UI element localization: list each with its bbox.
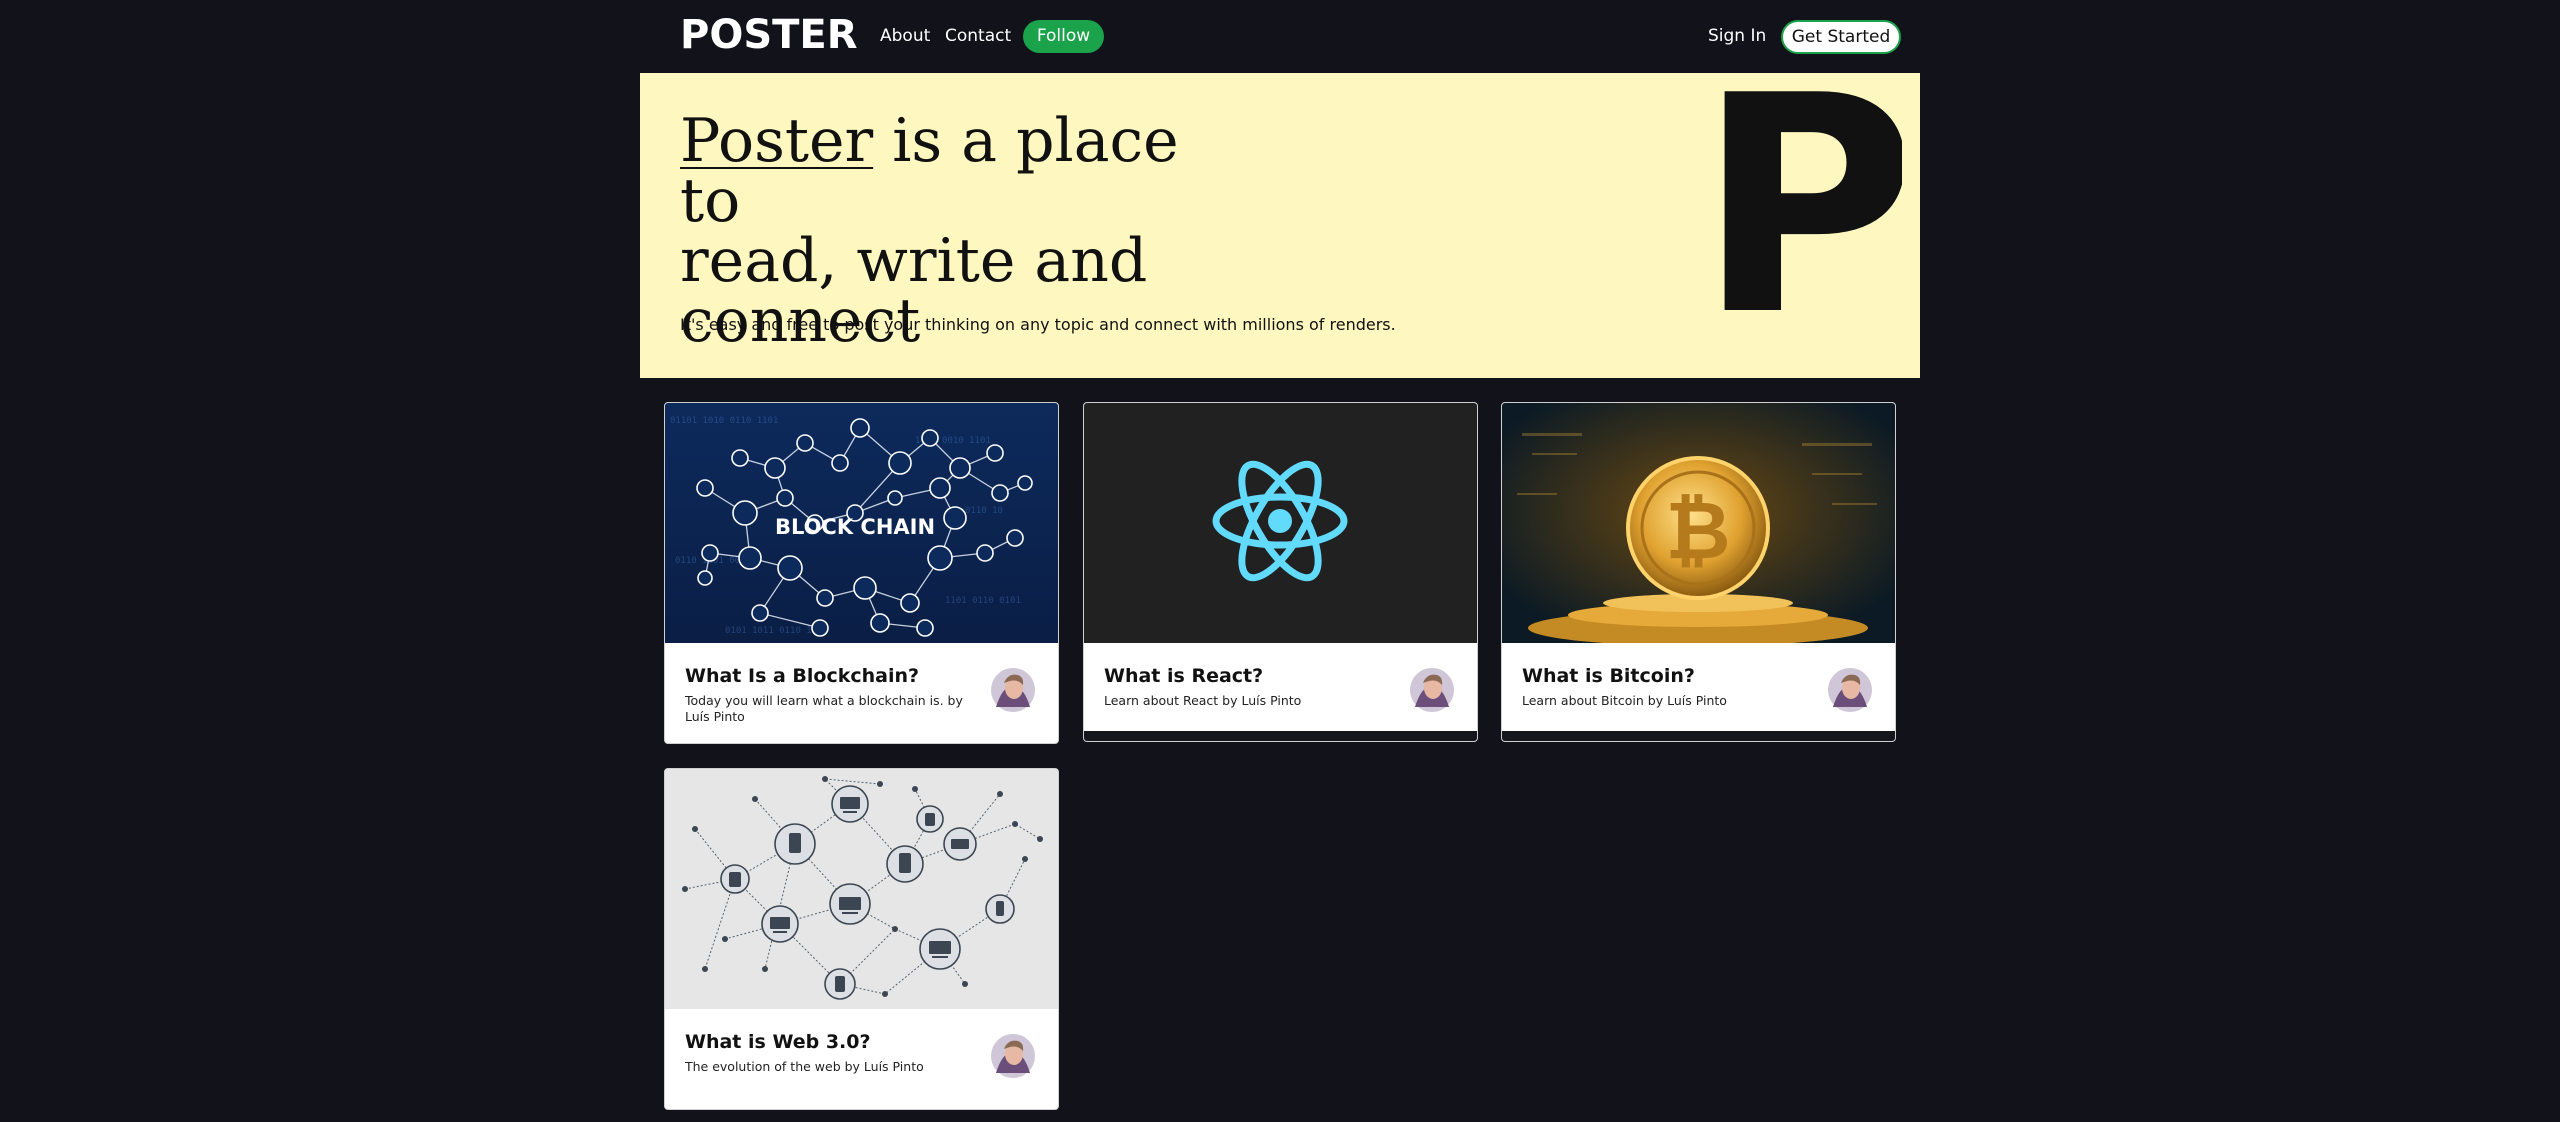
get-started-button[interactable]: Get Started [1781,20,1901,54]
svg-text:1101 0110 0101: 1101 0110 0101 [945,596,1021,606]
post-card-body: What is React? Learn about React by Luís… [1084,643,1477,731]
post-title[interactable]: What is Web 3.0? [685,1031,968,1053]
sign-in-link[interactable]: Sign In [1708,26,1766,46]
post-card-web3[interactable]: What is Web 3.0? The evolution of the we… [664,768,1059,1110]
bitcoin-symbol: ₿ [1665,484,1730,577]
hero-banner: Poster is a place to read, write and conne… [640,73,1920,378]
author-avatar[interactable] [990,1033,1036,1079]
web3-network-image [665,769,1058,1009]
post-card-body: What Is a Blockchain? Today you will lea… [665,643,1058,743]
card-footer-bar [1084,731,1477,741]
blockchain-image: 01101 1010 0110 1101 1011 0010 1101 0110… [665,403,1058,643]
svg-text:0110 10: 0110 10 [965,506,1003,516]
post-card-body: What is Bitcoin? Learn about Bitcoin by … [1502,643,1895,731]
post-title[interactable]: What is Bitcoin? [1522,665,1805,687]
hero-big-letter-logo: P [1712,82,1902,322]
post-title[interactable]: What is React? [1104,665,1387,687]
card-footer-bar [1502,731,1895,741]
hero-big-letter: P [1712,82,1902,322]
page-shell: POSTER About Contact Follow Sign In Get … [640,0,1920,1122]
nav-link-contact[interactable]: Contact [945,26,1011,46]
post-card-blockchain[interactable]: 01101 1010 0110 1101 1011 0010 1101 0110… [664,402,1059,744]
svg-text:01101 1010 0110 1101: 01101 1010 0110 1101 [670,416,778,426]
nav-link-about[interactable]: About [880,26,930,46]
site-logo[interactable]: POSTER [680,12,858,58]
react-logo-image [1084,403,1477,643]
post-card-body: What is Web 3.0? The evolution of the we… [665,1009,1058,1109]
author-avatar[interactable] [1409,667,1455,713]
top-navbar: POSTER About Contact Follow Sign In Get … [640,0,1920,73]
author-avatar[interactable] [990,667,1036,713]
post-description: Learn about React by Luís Pinto [1104,693,1302,708]
post-card-react[interactable]: What is React? Learn about React by Luís… [1083,402,1478,742]
post-description: Today you will learn what a blockchain i… [685,693,963,724]
post-card-bitcoin[interactable]: ₿ What is Bitcoin? Learn about Bitcoin b… [1501,402,1896,742]
bitcoin-image: ₿ [1502,403,1895,643]
post-description: The evolution of the web by Luís Pinto [685,1059,924,1074]
post-description: Learn about Bitcoin by Luís Pinto [1522,693,1727,708]
post-title[interactable]: What Is a Blockchain? [685,665,968,687]
hero-subtitle: It's easy and free to post your thinking… [680,315,1396,334]
follow-button[interactable]: Follow [1023,20,1104,53]
author-avatar[interactable] [1827,667,1873,713]
blockchain-image-label: BLOCK CHAIN [775,515,935,539]
